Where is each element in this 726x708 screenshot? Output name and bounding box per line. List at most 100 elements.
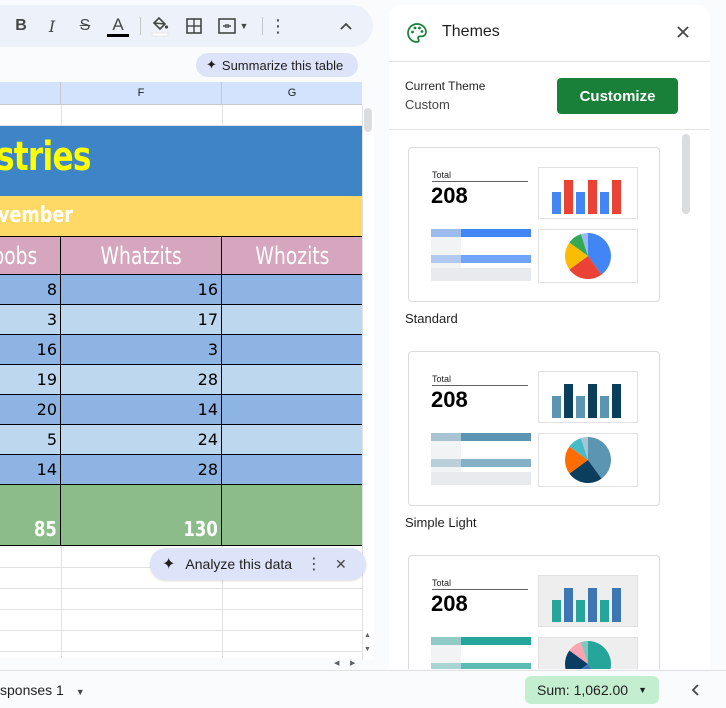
data-cell[interactable]: 20 — [0, 395, 61, 425]
bar — [552, 600, 561, 622]
data-cell[interactable] — [222, 455, 362, 485]
italic-button[interactable]: I — [41, 12, 63, 40]
bar — [612, 384, 621, 418]
fill-color-button[interactable] — [146, 12, 174, 40]
chevron-down-icon: ▼ — [638, 685, 647, 695]
current-theme-label: Current Theme — [405, 79, 486, 93]
close-icon[interactable] — [676, 25, 690, 44]
text-color-button[interactable]: A — [104, 12, 132, 40]
pie-chart-preview — [538, 637, 638, 669]
grid-col-line — [61, 546, 62, 658]
sum-label: Sum: 1,062.00 — [537, 682, 629, 698]
sheet-vertical-scrollbar[interactable] — [362, 105, 374, 660]
table-preview — [431, 229, 531, 281]
bar — [600, 396, 609, 418]
bar — [576, 396, 585, 418]
data-cell[interactable]: 14 — [0, 455, 61, 485]
close-icon[interactable]: ✕ — [335, 556, 347, 573]
divider — [389, 129, 710, 130]
data-cell[interactable]: 14 — [61, 395, 222, 425]
data-cell[interactable] — [222, 365, 362, 395]
scroll-left-icon[interactable]: ◀ — [334, 659, 339, 667]
bar-chart-preview — [538, 167, 638, 219]
customize-button[interactable]: Customize — [557, 78, 678, 114]
data-cell[interactable]: 16 — [61, 275, 222, 305]
column-header-g[interactable]: G — [222, 82, 362, 105]
bar — [588, 588, 597, 622]
bar — [576, 600, 585, 622]
more-vert-icon[interactable]: ⋮ — [306, 554, 322, 574]
panel-scrollbar-thumb[interactable] — [682, 134, 690, 214]
scorecard-label: Total — [432, 578, 452, 588]
bar-chart-preview — [538, 371, 638, 423]
theme-card[interactable]: Total 208 — [408, 147, 660, 302]
analyze-label: Analyze this data — [185, 556, 293, 572]
collapse-toolbar-button[interactable] — [334, 12, 358, 40]
table-column — [431, 433, 461, 485]
scroll-down-icon[interactable]: ▼ — [364, 646, 371, 653]
borders-button[interactable] — [181, 12, 207, 40]
toolbar-separator — [140, 17, 141, 35]
expand-side-panel-button[interactable] — [690, 683, 702, 702]
scorecard-label: Total — [432, 170, 452, 180]
theme-name: Standard — [405, 311, 458, 326]
data-cell[interactable]: 5 — [0, 425, 61, 455]
bold-button[interactable]: B — [10, 12, 32, 40]
spreadsheet-window: B I S A ▼ ⋮ ✦ Summarize this table F G s… — [0, 0, 726, 708]
bar — [588, 384, 597, 418]
bar-chart-preview — [538, 575, 638, 627]
header-cell[interactable]: bobs — [0, 236, 61, 275]
scorecard-value: 208 — [431, 183, 468, 208]
analyze-data-chip[interactable]: ✦ Analyze this data ⋮ ✕ — [150, 548, 366, 580]
total-cell[interactable]: 130 — [61, 485, 222, 546]
merge-cells-icon — [217, 18, 236, 34]
bar — [552, 396, 561, 418]
data-cell[interactable] — [222, 425, 362, 455]
theme-card[interactable]: Total 208 — [408, 351, 660, 506]
sheet-title: stries — [0, 134, 91, 180]
merge-cells-button[interactable]: ▼ — [213, 12, 253, 40]
text-color-icon: A — [112, 14, 124, 34]
bar — [564, 384, 573, 418]
column-header-f[interactable]: F — [61, 82, 222, 105]
data-cell[interactable] — [222, 275, 362, 305]
data-cell[interactable]: 19 — [0, 365, 61, 395]
bar — [564, 180, 573, 214]
theme-name: Simple Light — [405, 515, 477, 530]
summarize-label: Summarize this table — [221, 57, 344, 73]
scroll-up-icon[interactable]: ▲ — [364, 632, 371, 639]
palette-icon — [406, 22, 428, 49]
data-cell[interactable] — [222, 335, 362, 365]
data-cell[interactable]: 24 — [61, 425, 222, 455]
theme-card[interactable]: Total 208 — [408, 555, 660, 669]
data-cell[interactable] — [222, 305, 362, 335]
scroll-right-icon[interactable]: ▶ — [350, 659, 355, 667]
data-cell[interactable]: 28 — [61, 455, 222, 485]
chevron-left-icon — [691, 684, 699, 696]
column-header-e[interactable] — [0, 82, 61, 105]
grid-col-line — [222, 105, 223, 126]
grid-col-line — [61, 105, 62, 126]
summarize-table-chip[interactable]: ✦ Summarize this table — [196, 53, 358, 77]
total-cell[interactable]: 85 — [0, 485, 61, 546]
grid-row-line — [0, 609, 362, 610]
sheet-scrollbar-thumb[interactable] — [364, 108, 372, 132]
data-cell[interactable]: 17 — [61, 305, 222, 335]
scorecard-divider — [432, 589, 528, 590]
header-cell[interactable]: Whatzits — [61, 236, 222, 275]
data-cell[interactable]: 16 — [0, 335, 61, 365]
scorecard-label: Total — [432, 374, 452, 384]
data-cell[interactable]: 3 — [61, 335, 222, 365]
total-cell[interactable] — [222, 485, 362, 546]
sum-indicator[interactable]: Sum: 1,062.00 ▼ — [525, 676, 659, 704]
data-cell[interactable]: 8 — [0, 275, 61, 305]
strikethrough-button[interactable]: S — [72, 12, 98, 40]
sheet-tab-form-responses[interactable]: sponses 1 ▼ — [0, 682, 85, 698]
table-column — [431, 229, 461, 281]
data-cell[interactable]: 28 — [61, 365, 222, 395]
more-options-icon[interactable]: ⋮ — [268, 12, 288, 40]
header-cell[interactable]: Whozits — [222, 236, 362, 275]
bar — [564, 588, 573, 622]
data-cell[interactable]: 3 — [0, 305, 61, 335]
data-cell[interactable] — [222, 395, 362, 425]
